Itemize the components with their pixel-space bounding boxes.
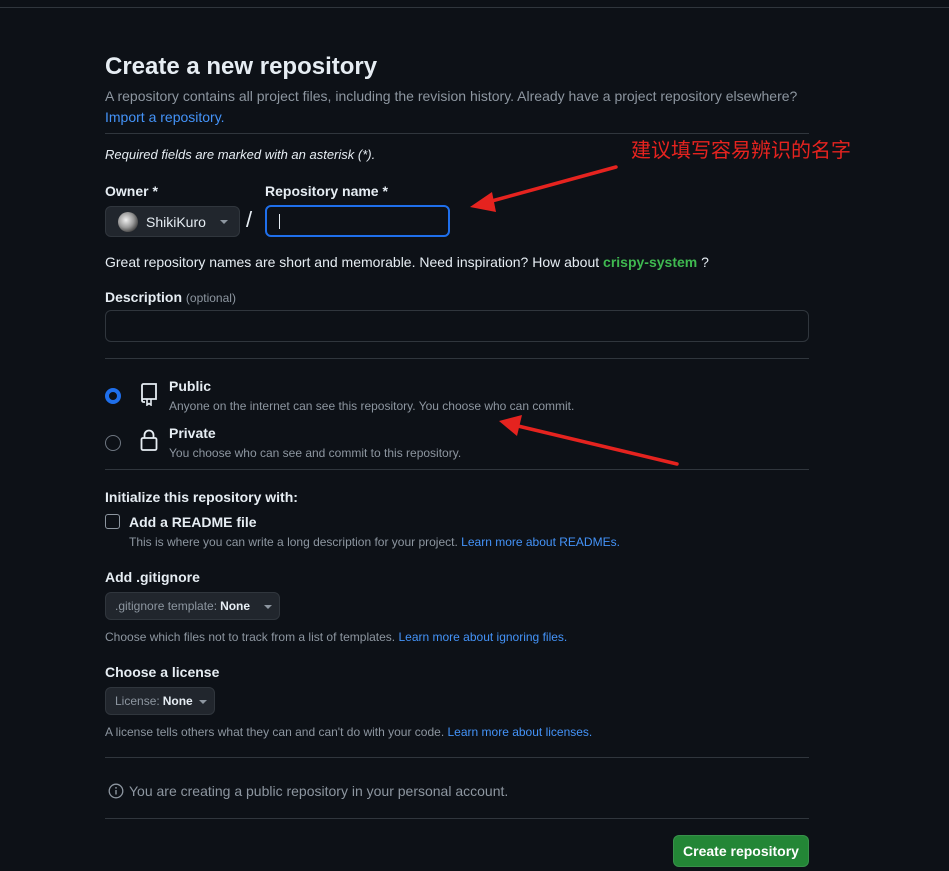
- annotation-arrows: [470, 165, 679, 466]
- annotation-arrow-name: [470, 165, 618, 212]
- annotation-arrow-visibility: [499, 415, 679, 466]
